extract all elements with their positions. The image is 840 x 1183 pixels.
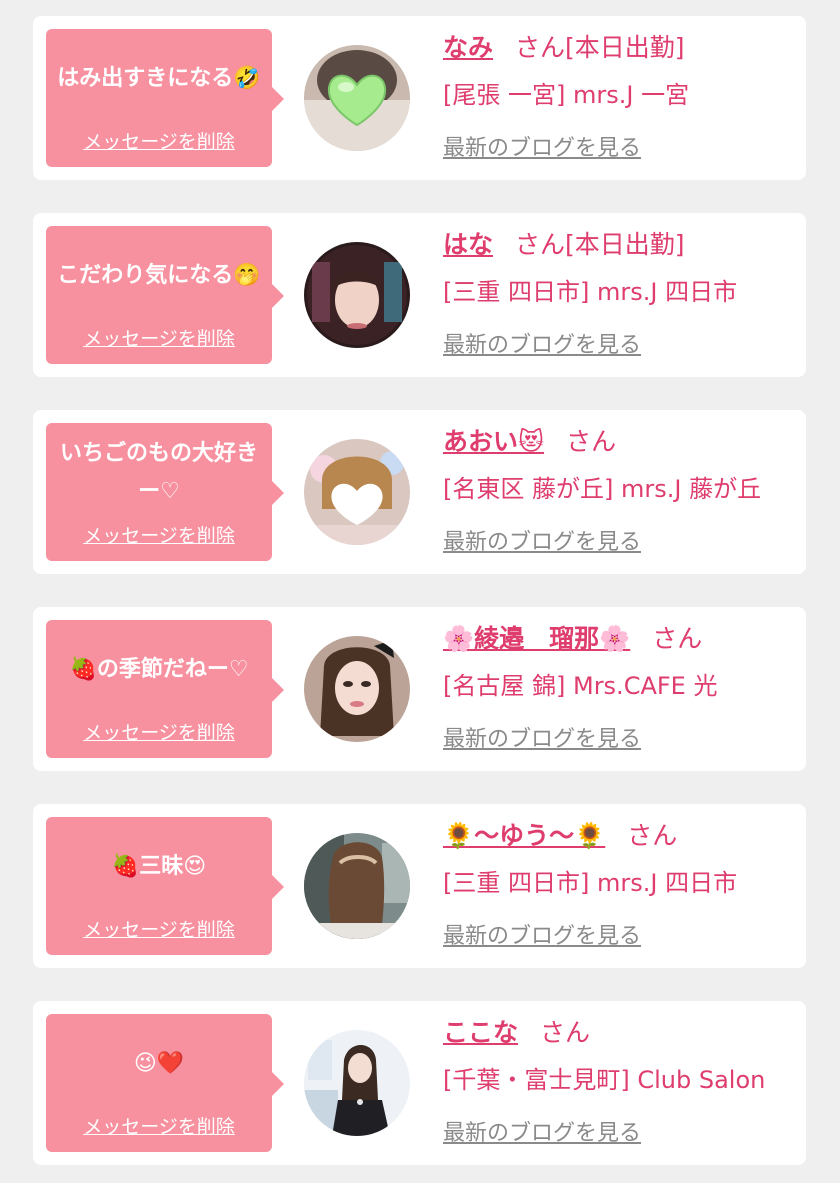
- avatar[interactable]: [304, 833, 410, 939]
- delete-message-link[interactable]: メッセージを削除: [46, 718, 272, 745]
- delete-message-link[interactable]: メッセージを削除: [46, 915, 272, 942]
- name-suffix: さん[本日出勤]: [515, 33, 685, 62]
- delete-message-link[interactable]: メッセージを削除: [46, 127, 272, 154]
- name-suffix: さん[本日出勤]: [515, 230, 685, 259]
- cast-name-link[interactable]: 🌻〜ゆう〜🌻: [443, 821, 605, 850]
- cast-name-line: はな さん[本日出勤]: [443, 225, 685, 265]
- message-text: こだわり気になる🤭: [57, 263, 261, 288]
- cast-name-line: あおい😻 さん: [443, 422, 616, 462]
- name-suffix: さん: [566, 427, 617, 456]
- cast-name-link[interactable]: はな: [443, 230, 493, 259]
- avatar[interactable]: [304, 242, 410, 348]
- message-bubble: 🍓三昧😍 メッセージを削除: [46, 817, 284, 955]
- message-text: 🍓の季節だねー♡: [69, 657, 249, 682]
- message-text: 🍓三昧😍: [111, 854, 207, 879]
- avatar[interactable]: [304, 636, 410, 742]
- latest-blog-link[interactable]: 最新のブログを見る: [443, 919, 641, 955]
- name-suffix: さん: [652, 624, 703, 653]
- cast-name-link[interactable]: 🌸綾邉 瑠那🌸: [443, 624, 630, 653]
- latest-blog-link[interactable]: 最新のブログを見る: [443, 722, 641, 758]
- avatar[interactable]: [304, 1030, 410, 1136]
- message-card: こだわり気になる🤭 メッセージを削除 はな さん[本日出勤] [三重 四日市] mrs.…: [33, 213, 806, 377]
- shop-label: [三重 四日市] mrs.J 四日市: [443, 869, 738, 897]
- latest-blog-link[interactable]: 最新のブログを見る: [443, 328, 641, 364]
- message-card: 🍓の季節だねー♡ メッセージを削除 🌸綾邉 瑠那🌸 さん [名古屋 錦] Mrs.CAF…: [33, 607, 806, 771]
- shop-label: [千葉・富士見町] Club Salon: [443, 1066, 766, 1094]
- message-text: はみ出すきになる🤣: [57, 66, 261, 91]
- message-card: 😉❤️ メッセージを削除 ここな さん [千葉・富士見町] Club Salon 最新のブ…: [33, 1001, 806, 1165]
- message-list: はみ出すきになる🤣 メッセージを削除 なみ さん[本日出勤] [尾張 一宮] mrs.J…: [0, 0, 840, 1183]
- message-bubble: いちごのもの大好きー♡ メッセージを削除: [46, 423, 284, 561]
- message-bubble: はみ出すきになる🤣 メッセージを削除: [46, 29, 284, 167]
- avatar[interactable]: [304, 45, 410, 151]
- shop-label: [名東区 藤が丘] mrs.J 藤が丘: [443, 475, 762, 503]
- latest-blog-link[interactable]: 最新のブログを見る: [443, 525, 641, 561]
- delete-message-link[interactable]: メッセージを削除: [46, 324, 272, 351]
- message-card: はみ出すきになる🤣 メッセージを削除 なみ さん[本日出勤] [尾張 一宮] mrs.J…: [33, 16, 806, 180]
- cast-name-line: 🌸綾邉 瑠那🌸 さん: [443, 619, 702, 659]
- name-suffix: さん: [627, 821, 678, 850]
- cast-name-link[interactable]: あおい😻: [443, 427, 544, 456]
- message-text: いちごのもの大好きー♡: [59, 441, 258, 504]
- message-bubble: 😉❤️ メッセージを削除: [46, 1014, 284, 1152]
- message-text: 😉❤️: [133, 1051, 185, 1076]
- delete-message-link[interactable]: メッセージを削除: [46, 1112, 272, 1139]
- cast-name-link[interactable]: ここな: [443, 1018, 518, 1047]
- cast-name-link[interactable]: なみ: [443, 33, 493, 62]
- shop-label: [尾張 一宮] mrs.J 一宮: [443, 81, 690, 109]
- message-bubble: 🍓の季節だねー♡ メッセージを削除: [46, 620, 284, 758]
- shop-label: [名古屋 錦] Mrs.CAFE 光: [443, 672, 718, 700]
- cast-name-line: ここな さん: [443, 1013, 590, 1053]
- message-card: 🍓三昧😍 メッセージを削除 🌻〜ゆう〜🌻 さん [三重 四日市] mrs.J 四日市最新…: [33, 804, 806, 968]
- latest-blog-link[interactable]: 最新のブログを見る: [443, 1116, 641, 1152]
- delete-message-link[interactable]: メッセージを削除: [46, 521, 272, 548]
- avatar[interactable]: [304, 439, 410, 545]
- cast-name-line: なみ さん[本日出勤]: [443, 28, 685, 68]
- message-bubble: こだわり気になる🤭 メッセージを削除: [46, 226, 284, 364]
- name-suffix: さん: [540, 1018, 591, 1047]
- message-card: いちごのもの大好きー♡ メッセージを削除 あおい😻 さん [名東区 藤が丘] mrs.J…: [33, 410, 806, 574]
- cast-name-line: 🌻〜ゆう〜🌻 さん: [443, 816, 677, 856]
- latest-blog-link[interactable]: 最新のブログを見る: [443, 131, 641, 167]
- shop-label: [三重 四日市] mrs.J 四日市: [443, 278, 738, 306]
